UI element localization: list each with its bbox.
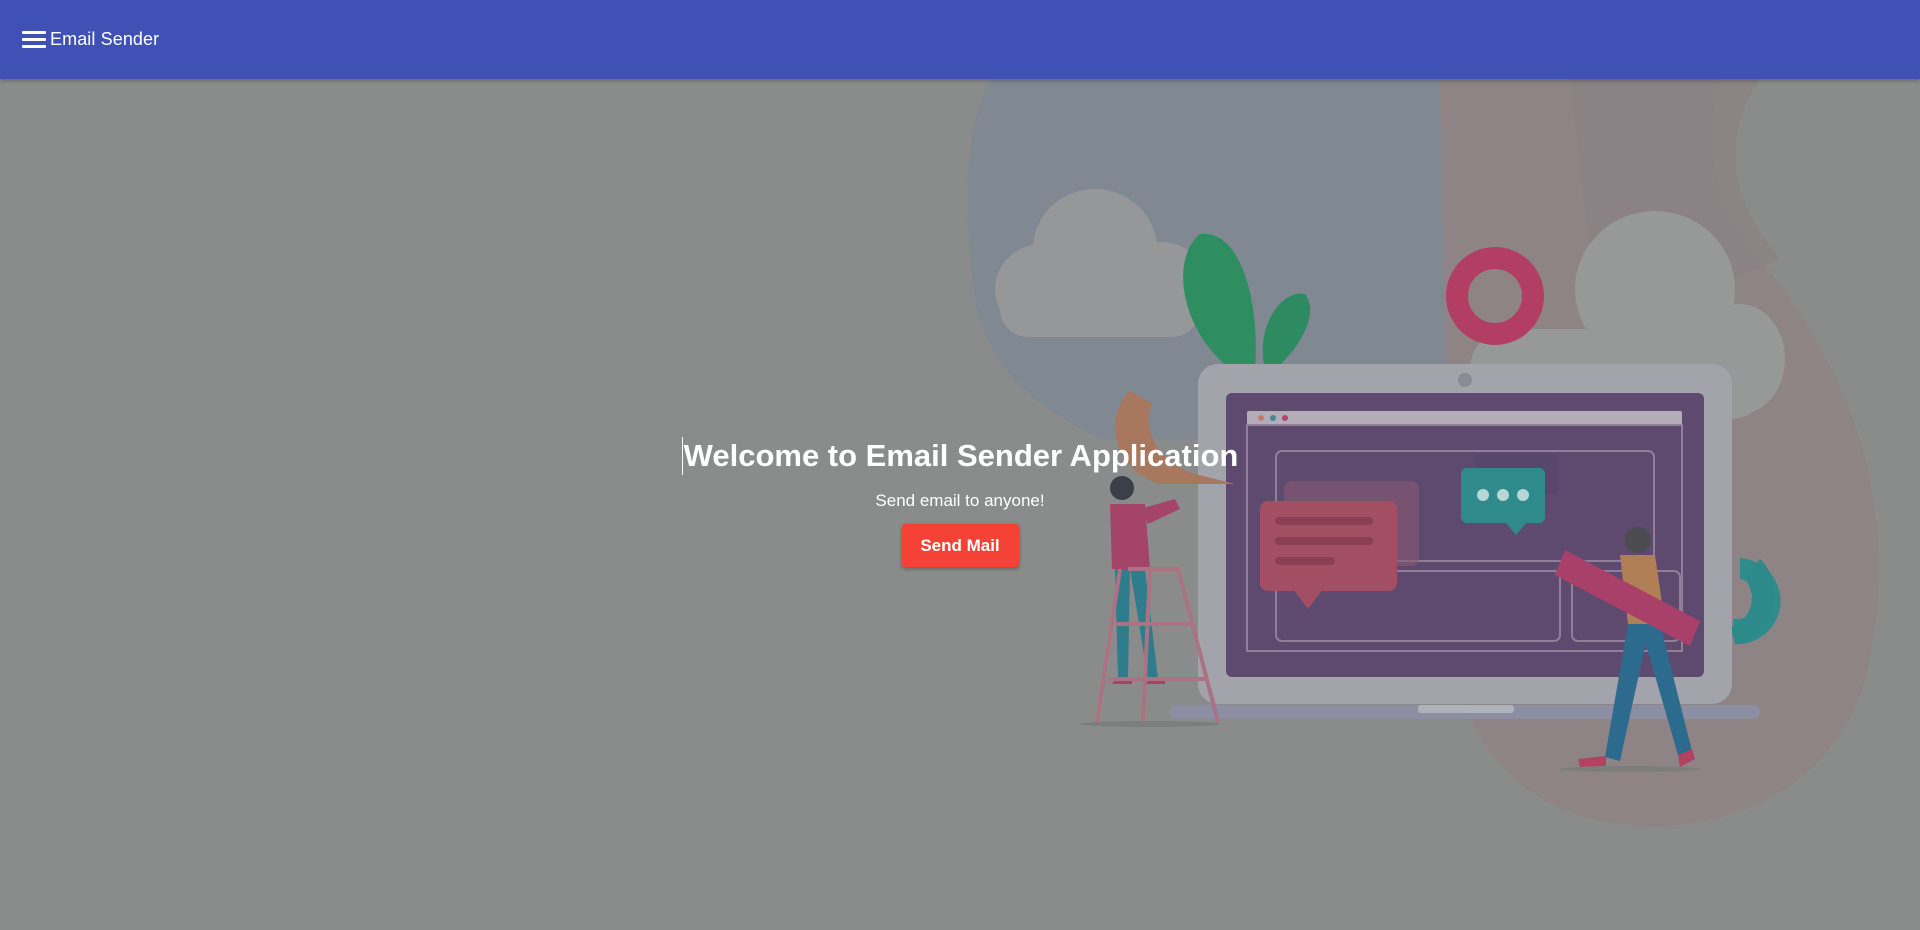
page-title: Welcome to Email Sender Application (681, 437, 1239, 475)
main-content: Welcome to Email Sender Application Send… (0, 79, 1920, 930)
page-subtitle: Send email to anyone! (875, 491, 1045, 510)
hamburger-menu-icon[interactable] (22, 27, 48, 53)
send-mail-button[interactable]: Send Mail (901, 524, 1019, 567)
hero-section: Welcome to Email Sender Application Send… (0, 437, 1920, 567)
app-toolbar: Email Sender (0, 0, 1920, 79)
app-title: Email Sender (50, 29, 160, 49)
